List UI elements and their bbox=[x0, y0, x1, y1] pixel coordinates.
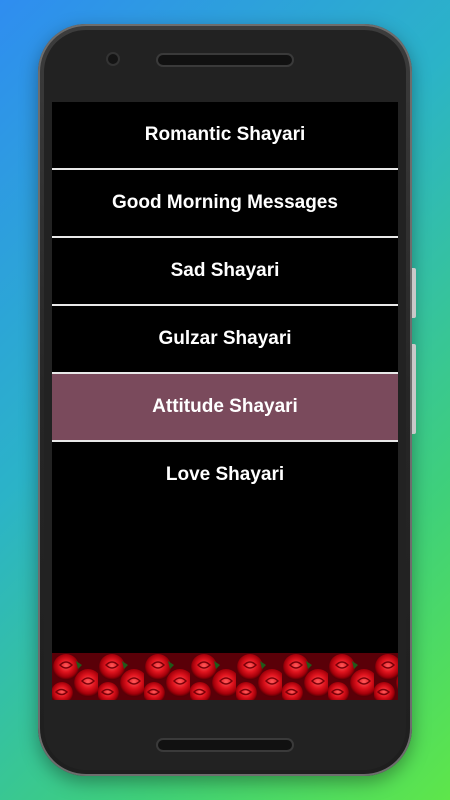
menu-item-sad-shayari[interactable]: Sad Shayari bbox=[52, 238, 398, 306]
menu-item-attitude-shayari[interactable]: Attitude Shayari bbox=[52, 374, 398, 442]
menu-item-label: Love Shayari bbox=[165, 464, 285, 485]
menu-item-label: Gulzar Shayari bbox=[158, 328, 292, 349]
red-roses-banner-image bbox=[52, 653, 398, 700]
menu-item-gulzar-shayari[interactable]: Gulzar Shayari bbox=[52, 306, 398, 374]
menu-item-label: Romantic Shayari bbox=[144, 124, 306, 145]
menu-item-love-shayari[interactable]: Love Shayari bbox=[52, 442, 398, 508]
power-button bbox=[412, 268, 416, 318]
app-screen: Romantic Shayari Good Morning Messages S… bbox=[52, 102, 398, 700]
menu-item-label: Sad Shayari bbox=[170, 260, 280, 281]
menu-item-label: Good Morning Messages bbox=[112, 192, 338, 213]
menu-item-good-morning-messages[interactable]: Good Morning Messages bbox=[52, 170, 398, 238]
earpiece-speaker bbox=[158, 55, 292, 65]
volume-button bbox=[412, 344, 416, 434]
menu-item-label: Attitude Shayari bbox=[152, 396, 298, 417]
roses-banner[interactable] bbox=[52, 653, 398, 700]
menu-item-romantic-shayari[interactable]: Romantic Shayari bbox=[52, 102, 398, 170]
category-menu: Romantic Shayari Good Morning Messages S… bbox=[52, 102, 398, 508]
front-camera-icon bbox=[108, 54, 118, 64]
bottom-speaker bbox=[158, 740, 292, 750]
